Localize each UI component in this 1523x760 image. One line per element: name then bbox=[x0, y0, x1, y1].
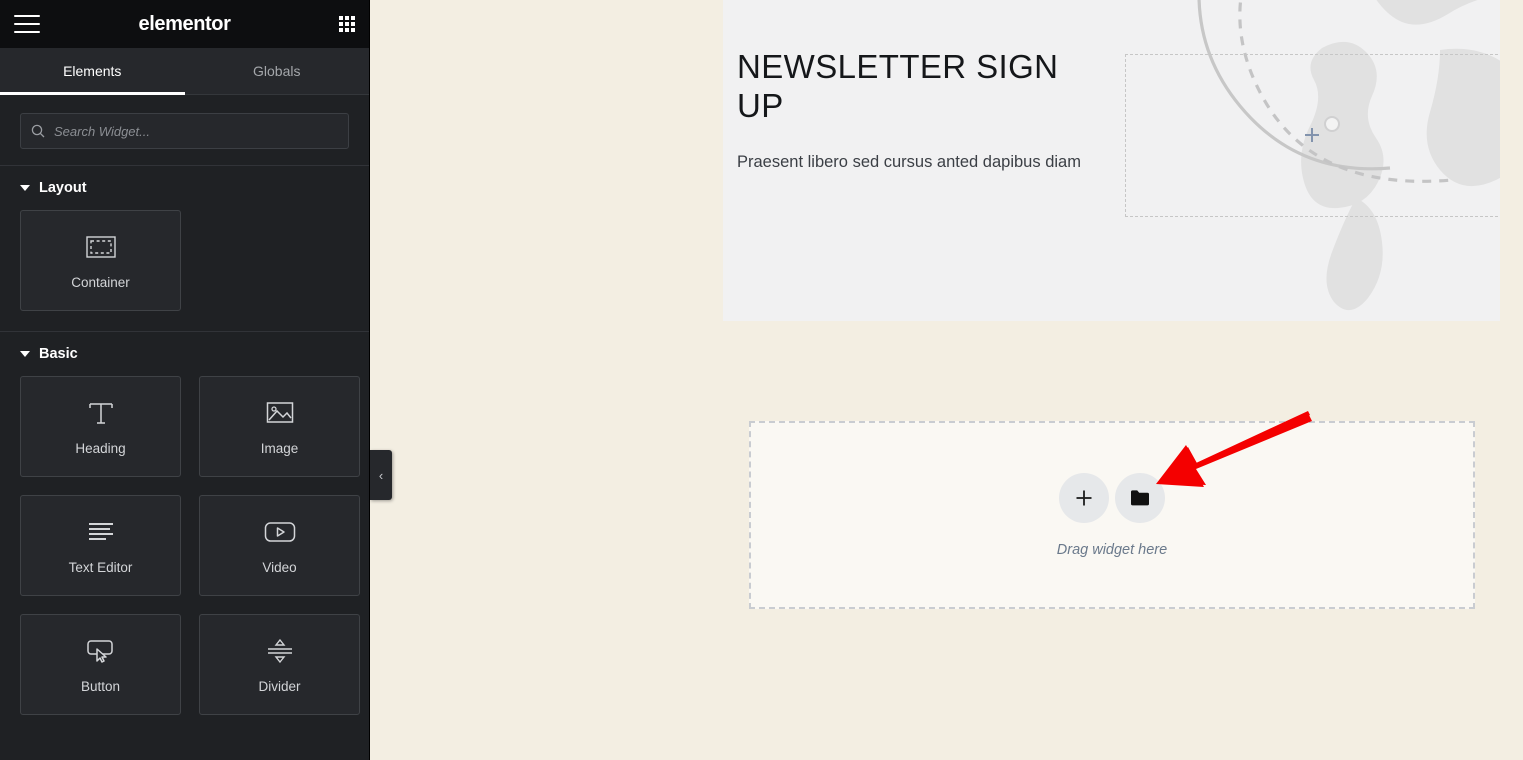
divider-arrows-icon bbox=[265, 636, 295, 666]
image-picture-icon bbox=[266, 398, 294, 428]
folder-templates-icon bbox=[1131, 489, 1149, 505]
add-template-button[interactable] bbox=[1115, 472, 1165, 523]
elementor-logo: elementor bbox=[138, 12, 231, 35]
drag-widget-dropzone[interactable]: Drag widget here bbox=[749, 421, 1475, 609]
hero-text-block: NEWSLETTER SIGN UP Praesent libero sed c… bbox=[737, 48, 1087, 179]
tab-elements[interactable]: Elements bbox=[0, 48, 185, 95]
hero-subtitle: Praesent libero sed cursus anted dapibus… bbox=[737, 153, 1081, 172]
section-layout-header[interactable]: Layout bbox=[20, 180, 349, 196]
chevron-down-icon bbox=[20, 185, 30, 191]
widget-container[interactable]: Container bbox=[20, 210, 181, 311]
dropzone-hint-text: Drag widget here bbox=[1056, 541, 1168, 558]
widget-text-editor-label: Text Editor bbox=[68, 559, 133, 575]
chevron-down-icon bbox=[20, 351, 30, 357]
search-box[interactable] bbox=[20, 113, 349, 149]
widget-image[interactable]: Image bbox=[199, 376, 360, 477]
empty-dashed-placeholder[interactable] bbox=[1125, 54, 1500, 217]
video-play-icon bbox=[264, 517, 296, 547]
widget-heading[interactable]: Heading bbox=[20, 376, 181, 477]
layout-widget-grid: Container bbox=[20, 210, 349, 311]
search-widget-container bbox=[0, 95, 369, 165]
tab-globals[interactable]: Globals bbox=[185, 48, 370, 94]
grid-apps-icon[interactable] bbox=[339, 16, 355, 32]
panel-collapse-handle[interactable]: ‹ bbox=[370, 450, 392, 500]
section-layout-title: Layout bbox=[39, 180, 87, 196]
elementor-widgets-panel: elementor Elements Globals Layout bbox=[0, 0, 370, 760]
widget-button-label: Button bbox=[80, 678, 121, 694]
dropzone-buttons bbox=[1059, 472, 1165, 523]
add-element-button[interactable] bbox=[1059, 472, 1109, 523]
widget-image-label: Image bbox=[260, 440, 299, 456]
button-cursor-icon bbox=[86, 636, 116, 666]
widget-divider-label: Divider bbox=[258, 678, 301, 694]
section-basic-title: Basic bbox=[39, 346, 78, 362]
widget-video[interactable]: Video bbox=[199, 495, 360, 596]
widget-text-editor[interactable]: Text Editor bbox=[20, 495, 181, 596]
heading-text-icon bbox=[87, 398, 115, 428]
search-input[interactable] bbox=[54, 123, 338, 139]
plus-icon bbox=[1076, 490, 1092, 505]
container-icon bbox=[85, 232, 116, 262]
section-basic: Basic Heading Image Text Editor Video Bu… bbox=[0, 331, 369, 735]
widget-button[interactable]: Button bbox=[20, 614, 181, 715]
section-layout: Layout Container bbox=[0, 165, 369, 331]
panel-header: elementor bbox=[0, 0, 369, 48]
widget-heading-label: Heading bbox=[75, 440, 126, 456]
widget-divider[interactable]: Divider bbox=[199, 614, 360, 715]
widget-video-label: Video bbox=[262, 559, 297, 575]
section-basic-header[interactable]: Basic bbox=[20, 346, 349, 362]
text-lines-icon bbox=[86, 517, 116, 547]
panel-tabs: Elements Globals bbox=[0, 48, 369, 95]
hamburger-menu-icon[interactable] bbox=[14, 15, 40, 33]
hero-section[interactable]: NEWSLETTER SIGN UP Praesent libero sed c… bbox=[723, 0, 1500, 321]
widget-container-label: Container bbox=[71, 274, 130, 290]
editor-canvas: NEWSLETTER SIGN UP Praesent libero sed c… bbox=[370, 0, 1523, 760]
hero-title: NEWSLETTER SIGN UP bbox=[737, 48, 1059, 124]
basic-widget-grid: Heading Image Text Editor Video Button D… bbox=[20, 376, 360, 715]
search-icon bbox=[31, 124, 45, 138]
